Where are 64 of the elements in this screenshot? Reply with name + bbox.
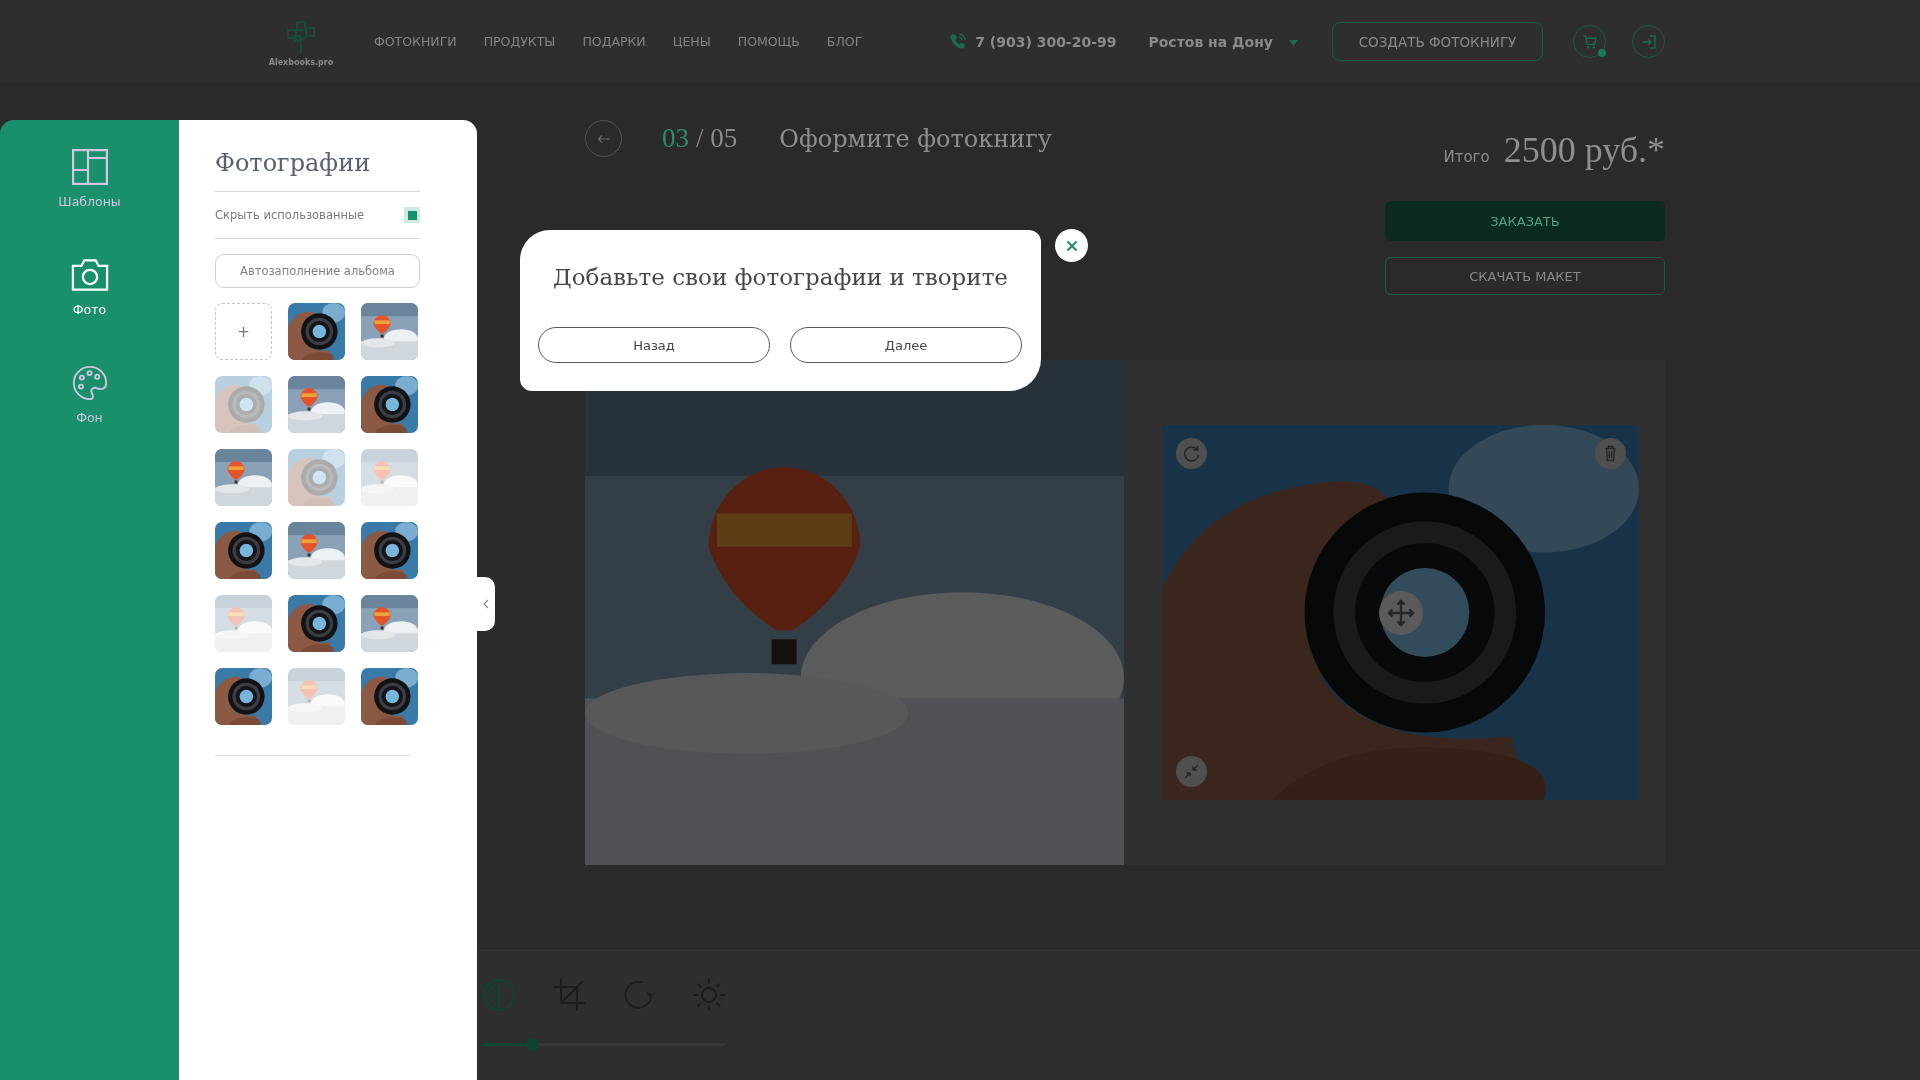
balloon-photo[interactable] bbox=[585, 360, 1124, 865]
sidebar-tab[interactable]: Фон bbox=[24, 365, 155, 445]
lens-photo[interactable] bbox=[1163, 425, 1639, 800]
login-icon bbox=[1640, 33, 1657, 50]
trash-icon[interactable] bbox=[1595, 438, 1626, 469]
lens-photo-thumbnail[interactable] bbox=[215, 668, 272, 725]
balloon-photo-thumbnail[interactable] bbox=[361, 303, 418, 360]
move-icon[interactable] bbox=[1379, 591, 1423, 635]
dialog-message: Добавьте свои фотографии и творите bbox=[552, 263, 1009, 292]
lens-photo-thumbnail[interactable] bbox=[361, 522, 418, 579]
balloon-photo-thumbnail[interactable] bbox=[215, 595, 272, 652]
create-photobook-button[interactable]: СОЗДАТЬ ФОТОКНИГУ bbox=[1332, 22, 1543, 61]
nav-link[interactable]: ФОТОКНИГИ bbox=[374, 34, 457, 49]
lens-photo-thumbnail[interactable] bbox=[288, 449, 345, 506]
tree-icon bbox=[286, 20, 316, 55]
city-selector[interactable]: Ростов на Дону bbox=[1148, 33, 1298, 50]
nav-link[interactable]: БЛОГ bbox=[826, 34, 863, 49]
step-total: / 05 bbox=[696, 123, 738, 154]
balloon-photo-thumbnail[interactable] bbox=[361, 449, 418, 506]
badge-dot-icon bbox=[1598, 49, 1606, 57]
lens-photo-thumbnail[interactable] bbox=[361, 376, 418, 433]
phone-icon bbox=[949, 33, 967, 50]
nav-link[interactable]: ЦЕНЫ bbox=[672, 34, 711, 49]
collapse-panel-button[interactable] bbox=[477, 577, 495, 631]
sidebar-tab[interactable]: Шаблоны bbox=[24, 149, 155, 229]
logo-link[interactable]: Alexbooks.pro bbox=[270, 20, 332, 67]
balloon-photo-thumbnail[interactable] bbox=[215, 449, 272, 506]
close-button[interactable] bbox=[1055, 229, 1088, 262]
panel-title: Фотографии bbox=[215, 147, 420, 192]
phone-link[interactable]: 7 (903) 300-20-99 bbox=[949, 33, 1117, 50]
total-price: 2500 руб.* bbox=[1503, 130, 1665, 170]
page-title: Оформите фотокнигу bbox=[779, 124, 1052, 153]
nav-link[interactable]: ПОДАРКИ bbox=[582, 34, 646, 49]
chevron-left-icon bbox=[483, 599, 489, 609]
rotate-icon[interactable] bbox=[1176, 438, 1207, 469]
checkbox[interactable] bbox=[404, 207, 420, 223]
lens-photo-thumbnail[interactable] bbox=[288, 595, 345, 652]
lens-photo-thumbnail[interactable] bbox=[215, 522, 272, 579]
download-layout-button[interactable]: СКАЧАТЬ МАКЕТ bbox=[1385, 257, 1665, 295]
lens-photo-thumbnail[interactable] bbox=[361, 668, 418, 725]
arrow-left-icon bbox=[596, 133, 611, 144]
autofill-button[interactable]: Автозаполнение альбома bbox=[215, 254, 420, 288]
step-current: 03 bbox=[662, 123, 689, 154]
balloon-photo-thumbnail[interactable] bbox=[288, 376, 345, 433]
nav-link[interactable]: ПОМОЩЬ bbox=[737, 34, 800, 49]
balloon-photo-thumbnail[interactable] bbox=[361, 595, 418, 652]
sidebar-tab[interactable]: Фото bbox=[24, 257, 155, 337]
balloon-photo-thumbnail[interactable] bbox=[288, 668, 345, 725]
lens-photo-thumbnail[interactable] bbox=[288, 303, 345, 360]
palette-icon bbox=[70, 365, 109, 401]
slider-thumb[interactable] bbox=[525, 1038, 539, 1051]
cart-icon bbox=[1581, 33, 1598, 50]
nav-link[interactable]: ПРОДУКТЫ bbox=[483, 34, 556, 49]
caret-down-icon bbox=[1289, 40, 1298, 46]
shrink-icon[interactable] bbox=[1176, 756, 1207, 787]
layout-grid-icon bbox=[70, 149, 109, 185]
order-button[interactable]: ЗАКАЗАТЬ bbox=[1385, 201, 1665, 241]
hide-used-label: Скрыть использованные bbox=[215, 208, 365, 222]
balloon-photo-thumbnail[interactable] bbox=[288, 522, 345, 579]
camera-icon bbox=[70, 257, 109, 293]
lens-photo-thumbnail[interactable] bbox=[215, 376, 272, 433]
close-icon bbox=[1065, 239, 1078, 252]
add-photo-button[interactable]: + bbox=[215, 303, 272, 360]
total-label: Итого bbox=[1443, 148, 1490, 166]
